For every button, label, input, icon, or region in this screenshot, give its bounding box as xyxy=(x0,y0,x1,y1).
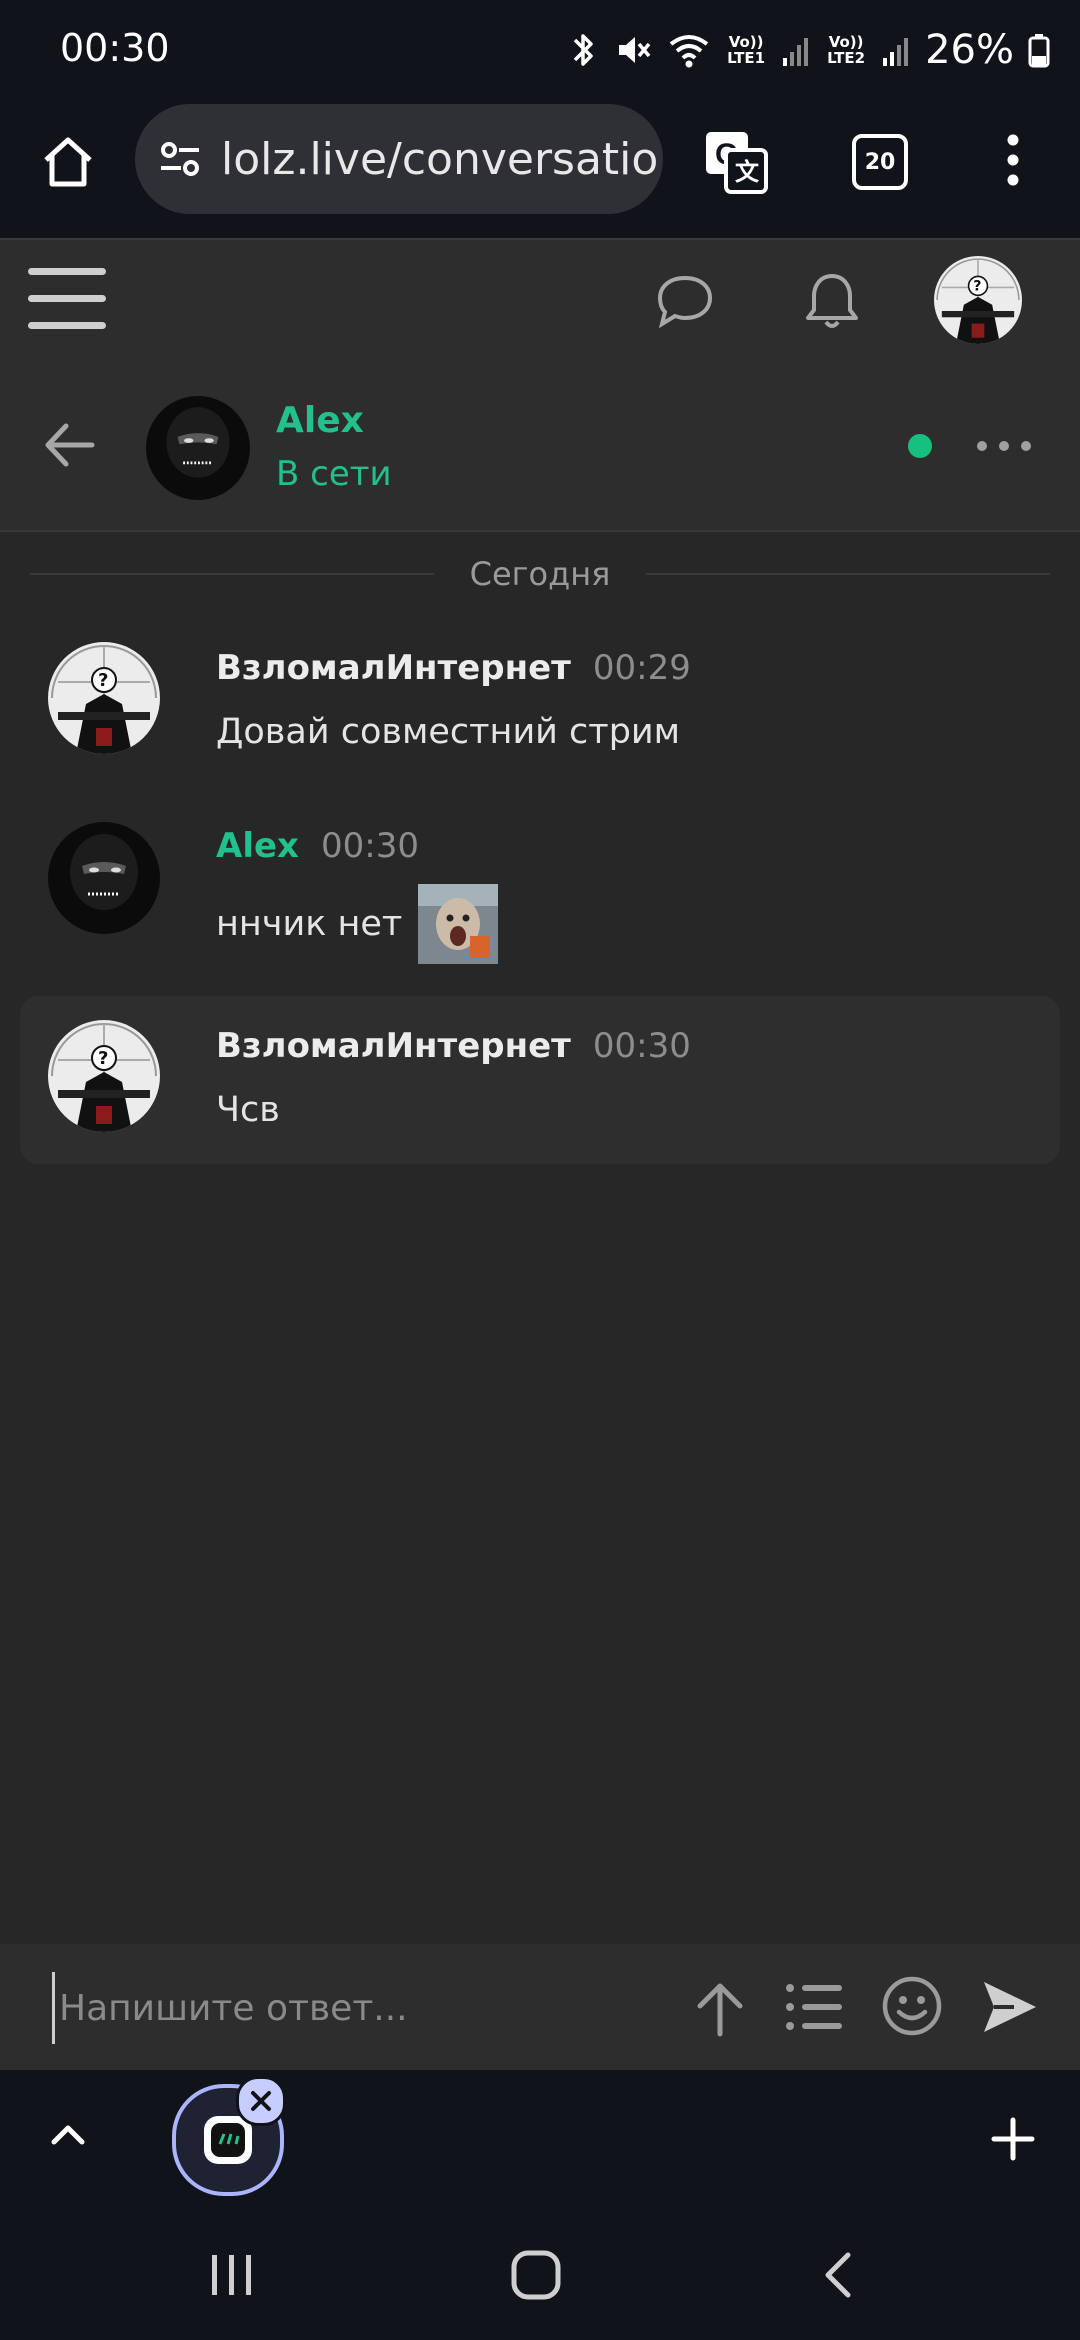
more-vert-icon[interactable] xyxy=(998,130,1028,190)
site-header: ? xyxy=(0,240,1080,360)
sender-avatar[interactable] xyxy=(48,822,160,934)
chevron-up-icon[interactable] xyxy=(48,2118,88,2148)
svg-text:?: ? xyxy=(973,279,981,295)
list-format-icon[interactable] xyxy=(784,1980,844,2034)
message-text: Довай совместний стрим xyxy=(216,712,681,752)
sender-avatar[interactable]: ? xyxy=(48,1020,160,1132)
status-bar: 00:30 Vo)) LTE1 Vo)) LTE2 26% xyxy=(0,0,1080,100)
separator-line-right xyxy=(646,573,1050,575)
sim1-label: Vo)) LTE1 xyxy=(727,33,766,67)
more-horiz-icon[interactable] xyxy=(976,436,1032,456)
message-text: Чсв xyxy=(216,1090,280,1130)
bottom-toolbar xyxy=(0,2070,1080,2205)
signal-icon-2 xyxy=(883,38,909,66)
home-icon[interactable] xyxy=(38,132,98,192)
message-author[interactable]: Alex xyxy=(216,826,299,866)
message-time: 00:30 xyxy=(592,1026,691,1066)
reply-input[interactable] xyxy=(52,1972,641,2044)
message-author[interactable]: ВзломалИнтернет xyxy=(216,1026,571,1066)
svg-text:文: 文 xyxy=(735,158,760,186)
message-time: 00:30 xyxy=(320,826,419,866)
sender-avatar-image: ? xyxy=(48,642,160,754)
date-separator: Сегодня xyxy=(30,552,1050,596)
message-header: ВзломалИнтернет 00:29 xyxy=(216,648,691,688)
message-time: 00:29 xyxy=(592,648,691,688)
close-icon xyxy=(251,2091,271,2111)
user-avatar[interactable]: ? xyxy=(934,256,1022,344)
contact-status: В сети xyxy=(276,454,392,494)
message-item: ? ВзломалИнтернет 00:30 Чсв xyxy=(0,1006,1080,1156)
contact-avatar[interactable] xyxy=(146,396,250,500)
home-nav-icon[interactable] xyxy=(510,2249,562,2301)
message-header: Alex 00:30 xyxy=(216,826,419,866)
svg-text:?: ? xyxy=(98,1048,108,1069)
send-icon[interactable] xyxy=(980,1978,1038,2036)
online-indicator xyxy=(908,434,932,458)
notifications-bell-icon[interactable] xyxy=(802,270,862,332)
sender-avatar-image: ? xyxy=(48,1020,160,1132)
battery-icon xyxy=(1028,34,1050,68)
sender-avatar-image xyxy=(48,822,160,934)
emoji-icon[interactable] xyxy=(880,1974,944,2038)
conversations-icon[interactable] xyxy=(656,274,714,328)
message-header: ВзломалИнтернет 00:30 xyxy=(216,1026,691,1066)
recent-apps-icon[interactable] xyxy=(208,2253,256,2297)
wifi-icon xyxy=(669,35,709,68)
battery-percent: 26% xyxy=(925,27,1014,73)
contact-avatar-image xyxy=(146,396,250,500)
translate-icon[interactable]: G文 xyxy=(702,128,770,196)
message-item: ? ВзломалИнтернет 00:29 Довай совместний… xyxy=(0,628,1080,778)
url-text: lolz.live/conversatio xyxy=(221,133,659,185)
back-nav-icon[interactable] xyxy=(818,2249,858,2301)
browser-toolbar: lolz.live/conversatio G文 20 xyxy=(0,100,1080,240)
mute-icon xyxy=(619,37,651,63)
date-label: Сегодня xyxy=(469,555,611,593)
site-settings-icon[interactable] xyxy=(157,136,203,182)
message-body: ннчик нет xyxy=(216,884,499,964)
message-text: ннчик нет xyxy=(216,904,403,944)
signal-icon xyxy=(783,38,809,66)
tab-switcher-button[interactable]: 20 xyxy=(852,134,908,190)
new-tab-plus-icon[interactable] xyxy=(990,2116,1036,2162)
contact-name[interactable]: Alex xyxy=(276,400,364,441)
clock: 00:30 xyxy=(60,26,170,70)
user-avatar-image: ? xyxy=(934,256,1022,344)
menu-icon[interactable] xyxy=(26,264,108,334)
upload-arrow-icon[interactable] xyxy=(692,1978,748,2038)
sim2-label: Vo)) LTE2 xyxy=(827,33,866,67)
reply-composer xyxy=(0,1944,1080,2070)
conversation-header: Alex В сети xyxy=(0,360,1080,532)
message-author[interactable]: ВзломалИнтернет xyxy=(216,648,571,688)
bluetooth-icon xyxy=(573,34,593,66)
system-nav-bar xyxy=(0,2205,1080,2340)
close-tab-button[interactable] xyxy=(236,2076,286,2126)
status-icons: Vo)) LTE1 Vo)) LTE2 26% xyxy=(569,22,1050,78)
separator-line-left xyxy=(30,573,434,575)
message-item: Alex 00:30 ннчик нет xyxy=(0,808,1080,978)
sender-avatar[interactable]: ? xyxy=(48,642,160,754)
svg-text:?: ? xyxy=(98,670,108,691)
address-bar[interactable]: lolz.live/conversatio xyxy=(135,104,663,214)
sticker-image[interactable] xyxy=(418,884,499,964)
back-arrow-icon[interactable] xyxy=(38,414,100,476)
